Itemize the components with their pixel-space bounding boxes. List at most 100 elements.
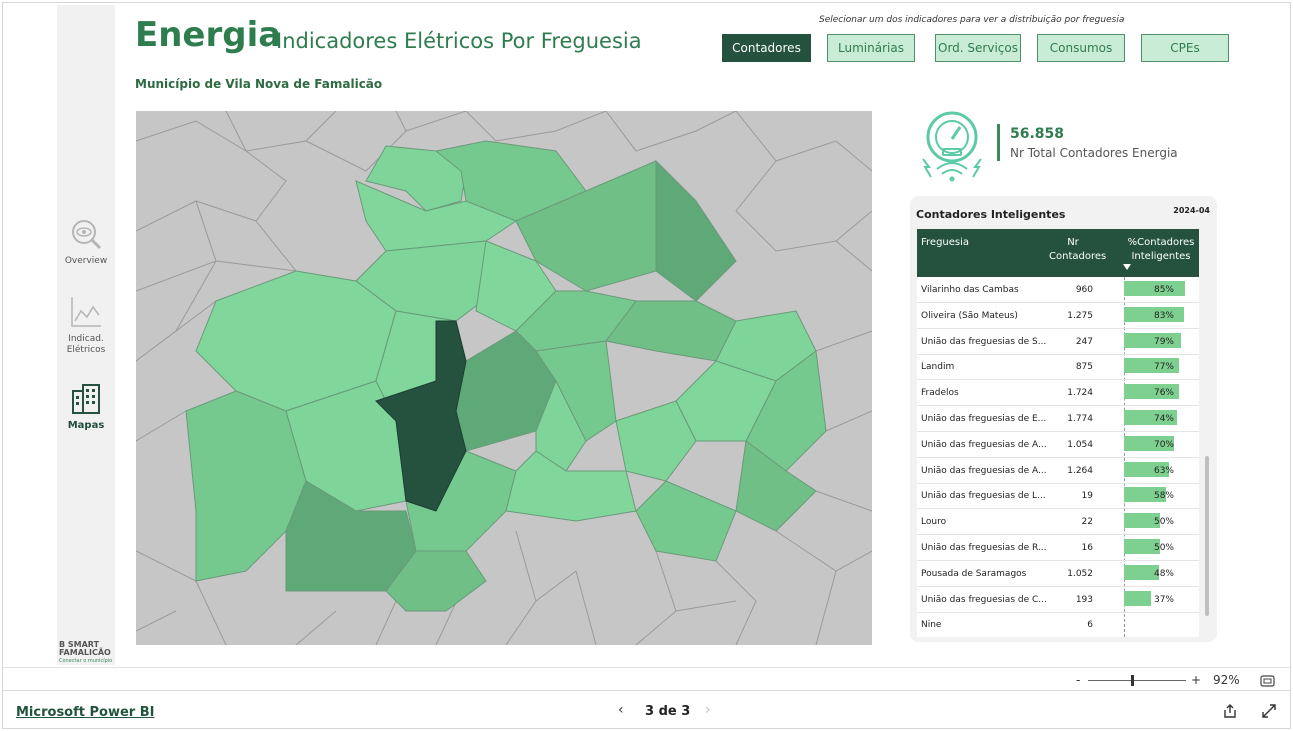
freguesia-map[interactable] [136, 111, 872, 645]
row-freguesia: União das freguesias de R... [921, 543, 1047, 553]
sidebar-item-label: Indicad. Elétricos [66, 334, 106, 355]
row-nr-contadores: 16 [1081, 543, 1093, 553]
row-nr-contadores: 6 [1087, 620, 1093, 631]
column-header-nr-contadores[interactable]: Nr Contadores [1049, 236, 1106, 264]
chevron-left-icon[interactable]: ‹ [618, 702, 624, 718]
kpi-accent-bar [997, 124, 1000, 161]
column-header-freguesia[interactable]: Freguesia [921, 236, 969, 250]
table-date: 2024-04 [1173, 206, 1210, 215]
row-freguesia: Vilarinho das Cambas [921, 285, 1019, 295]
sidebar-item-indicadores[interactable]: Indicad. Elétricos [57, 295, 115, 356]
table-row[interactable]: União das freguesias de E... 1.774 74% [917, 406, 1199, 432]
chevron-right-icon[interactable]: › [705, 702, 711, 718]
zoom-level: 92% [1213, 673, 1240, 687]
table-row[interactable]: União das freguesias de R... 16 50% [917, 535, 1199, 561]
kpi-label: Nr Total Contadores Energia [1010, 146, 1178, 160]
municipio-label: Município de Vila Nova de Famalicão [135, 77, 383, 91]
row-freguesia: Landim [921, 362, 955, 373]
sidebar-item-mapas[interactable]: Mapas [57, 383, 115, 431]
map-svg [136, 111, 872, 645]
table-row[interactable]: Oliveira (São Mateus) 1.275 83% [917, 303, 1199, 329]
row-nr-contadores: 960 [1075, 285, 1093, 295]
table-row[interactable]: União das freguesias de S... 247 79% [917, 329, 1199, 355]
row-pct-value: 70% [1153, 439, 1174, 450]
sidebar-item-overview[interactable]: Overview [57, 217, 115, 267]
row-nr-contadores: 1.774 [1067, 414, 1093, 424]
eye-magnifier-icon [72, 220, 102, 250]
row-nr-contadores: 1.264 [1067, 465, 1093, 476]
row-pct-value: 76% [1153, 388, 1174, 399]
zoom-slider-thumb[interactable] [1131, 675, 1134, 686]
powerbi-link[interactable]: Microsoft Power BI [16, 705, 154, 720]
table-row[interactable]: Louro 22 50% [917, 509, 1199, 536]
row-pct-bar [1124, 590, 1151, 606]
table-row[interactable]: Vilarinho das Cambas 960 85% [917, 277, 1199, 303]
table-row[interactable]: Fradelos 1.724 76% [917, 380, 1199, 407]
row-nr-contadores: 875 [1075, 362, 1093, 373]
indicator-hint: Selecionar um dos indicadores para ver a… [819, 15, 1125, 25]
row-freguesia: União das freguesias de A... [921, 439, 1047, 450]
row-pct-value: 77% [1153, 362, 1174, 373]
toolbar-divider [3, 667, 1290, 668]
row-freguesia: União das freguesias de E... [921, 414, 1047, 424]
table-row[interactable]: União das freguesias de L... 19 58% [917, 483, 1199, 510]
row-freguesia: Fradelos [921, 388, 959, 399]
indicator-button-contadores[interactable]: Contadores [722, 34, 811, 62]
fit-to-page-icon[interactable] [1260, 675, 1275, 687]
row-pct-value: 50% [1153, 543, 1174, 553]
report-canvas: Overview Indicad. Elétricos Mapas B SMAR… [57, 5, 1287, 665]
bsmart-logo: B SMART FAMALICÃO Conectar o município [59, 641, 115, 665]
row-nr-contadores: 247 [1075, 336, 1093, 347]
indicator-button-cpes[interactable]: CPEs [1141, 34, 1229, 62]
row-pct-value: 85% [1153, 285, 1174, 295]
row-nr-contadores: 22 [1081, 517, 1093, 528]
table-scrollbar[interactable] [1205, 456, 1209, 616]
row-nr-contadores: 1.724 [1067, 388, 1093, 399]
page-subtitle: Indicadores Elétricos Por Freguesia [276, 29, 642, 53]
table-row[interactable]: Nine 6 [917, 612, 1199, 637]
zoom-in-button[interactable]: + [1191, 673, 1201, 687]
logo-text: B SMART FAMALICÃO [59, 640, 111, 657]
row-freguesia: Nine [921, 620, 942, 631]
column-header-pct-inteligentes[interactable]: %Contadores Inteligentes [1123, 236, 1199, 264]
row-nr-contadores: 1.275 [1067, 310, 1093, 321]
row-pct-value: 48% [1153, 568, 1174, 579]
row-pct-value: 37% [1153, 594, 1174, 605]
row-pct-value: 58% [1153, 491, 1174, 502]
table-row[interactable]: União das freguesias de C... 193 37% [917, 587, 1199, 613]
row-pct-value: 79% [1153, 336, 1174, 347]
indicator-button-consumos[interactable]: Consumos [1037, 34, 1125, 62]
footer-divider [3, 690, 1290, 691]
logo-subtext: Conectar o município [59, 658, 113, 664]
row-freguesia: União das freguesias de S... [921, 336, 1047, 347]
row-pct-value: 74% [1153, 414, 1174, 424]
sidebar: Overview Indicad. Elétricos Mapas B SMAR… [57, 5, 115, 665]
zoom-out-button[interactable]: - [1076, 673, 1080, 687]
table-header: Freguesia Nr Contadores %Contadores Inte… [917, 229, 1199, 277]
contadores-table-card: Contadores Inteligentes 2024-04 Freguesi… [910, 196, 1217, 642]
row-freguesia: Oliveira (São Mateus) [921, 310, 1018, 321]
table-row[interactable]: Pousada de Saramagos 1.052 48% [917, 561, 1199, 587]
zoom-slider-track[interactable] [1088, 680, 1186, 681]
row-nr-contadores: 193 [1075, 594, 1093, 605]
row-pct-value: 50% [1153, 517, 1174, 528]
row-nr-contadores: 19 [1081, 491, 1093, 502]
row-pct-value: 63% [1153, 465, 1174, 476]
share-icon[interactable] [1222, 703, 1238, 719]
row-freguesia: Pousada de Saramagos [921, 568, 1027, 579]
table-row[interactable]: União das freguesias de A... 1.264 63% [917, 458, 1199, 484]
table-row[interactable]: União das freguesias de A... 1.054 70% [917, 432, 1199, 458]
table-row[interactable]: Landim 875 77% [917, 354, 1199, 381]
buildings-icon [72, 384, 100, 414]
row-freguesia: União das freguesias de L... [921, 491, 1046, 502]
page-title: Energia [135, 15, 282, 55]
fullscreen-icon[interactable] [1261, 703, 1277, 719]
page-indicator: 3 de 3 [645, 704, 691, 719]
indicator-button-luminarias[interactable]: Luminárias [827, 34, 915, 62]
indicator-button-ord-servicos[interactable]: Ord. Serviços [935, 34, 1021, 62]
sidebar-item-label: Mapas [67, 420, 105, 431]
table-body[interactable]: Vilarinho das Cambas 960 85% Oliveira (São … [917, 277, 1199, 637]
row-freguesia: Louro [921, 517, 947, 528]
row-nr-contadores: 1.052 [1067, 568, 1093, 579]
line-chart-icon [71, 297, 101, 327]
